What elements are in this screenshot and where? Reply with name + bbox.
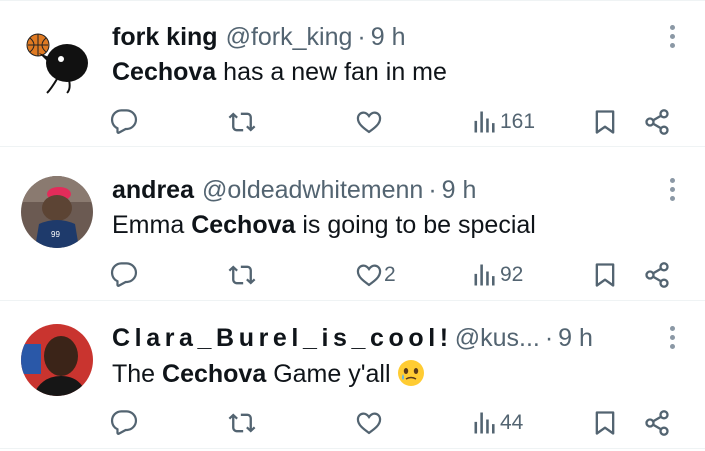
retweet-button[interactable] — [228, 408, 257, 438]
timestamp[interactable]: 9 h — [558, 324, 593, 353]
views-button[interactable]: 161 — [471, 107, 535, 137]
retweet-icon — [228, 413, 256, 433]
timestamp[interactable]: 9 h — [442, 176, 477, 205]
face-holding-back-tears-icon — [398, 360, 425, 386]
basketball-bird-avatar-icon — [21, 23, 93, 95]
highlighted-term: Cechova — [112, 58, 217, 86]
reply-button[interactable] — [110, 260, 139, 290]
share-icon — [645, 109, 669, 135]
more-icon[interactable] — [667, 178, 677, 206]
separator-dot: · — [428, 175, 437, 204]
reply-icon — [110, 410, 138, 435]
action-bar: 44 — [0, 402, 705, 442]
like-icon — [356, 111, 382, 134]
like-count: 2 — [384, 263, 396, 286]
action-bar: 161 — [0, 101, 705, 141]
share-icon — [645, 410, 669, 436]
separator-dot: · — [544, 323, 554, 352]
tweet-text: Emma Cechova is going to be special — [112, 211, 536, 240]
timestamp[interactable]: 9 h — [371, 23, 406, 52]
tweet-header: andrea @oldeadwhitemenn · 9 h — [112, 173, 645, 207]
tweet[interactable]: Clara_Burel_is_cool! @kus... · 9 h The C… — [0, 302, 705, 449]
text-before: The — [112, 360, 163, 388]
display-name[interactable]: fork king — [112, 23, 218, 52]
text-after: Game y'all — [266, 360, 391, 388]
tweet[interactable]: 99 andrea @oldeadwhitemenn · 9 h Emma Ce… — [0, 154, 705, 301]
like-icon — [356, 264, 382, 287]
display-name[interactable]: Clara_Burel_is_cool! — [112, 324, 453, 353]
text-before: Emma — [112, 211, 192, 239]
view-count: 92 — [500, 263, 524, 286]
highlighted-term: Cechova — [162, 360, 267, 388]
share-button[interactable] — [643, 408, 671, 438]
display-name[interactable]: andrea — [112, 176, 194, 205]
views-icon — [474, 111, 495, 133]
bookmark-button[interactable] — [591, 408, 619, 438]
tweet[interactable]: fork king @fork_king · 9 h Cechova has a… — [0, 0, 705, 147]
share-button[interactable] — [643, 107, 671, 137]
views-button[interactable]: 92 — [471, 260, 523, 290]
svg-text:99: 99 — [51, 230, 60, 239]
views-icon — [474, 412, 495, 434]
highlighted-term: Cechova — [191, 211, 296, 239]
player-photo-avatar-icon — [21, 324, 93, 396]
like-button[interactable] — [355, 107, 384, 137]
mascot-avatar-icon: 99 — [21, 176, 93, 248]
like-button[interactable]: 2 — [355, 260, 396, 290]
views-button[interactable]: 44 — [471, 408, 523, 438]
bookmark-button[interactable] — [591, 107, 619, 137]
retweet-button[interactable] — [228, 260, 257, 290]
tweet-text: The Cechova Game y'all — [112, 359, 425, 389]
text-after: is going to be special — [295, 211, 536, 239]
tweet-header: Clara_Burel_is_cool! @kus... · 9 h — [112, 321, 645, 355]
reply-button[interactable] — [110, 107, 139, 137]
user-handle[interactable]: @fork_king — [226, 23, 353, 52]
bookmark-button[interactable] — [591, 260, 619, 290]
retweet-icon — [228, 112, 256, 132]
view-count: 161 — [500, 110, 536, 133]
retweet-icon — [228, 265, 256, 285]
share-button[interactable] — [643, 260, 671, 290]
like-icon — [356, 412, 382, 435]
views-icon — [474, 264, 495, 286]
avatar[interactable] — [21, 23, 93, 95]
view-count: 44 — [500, 411, 524, 434]
bookmark-icon — [595, 110, 615, 134]
avatar[interactable]: 99 — [21, 176, 93, 248]
user-handle[interactable]: @kus... — [455, 324, 540, 353]
tweet-feed: fork king @fork_king · 9 h Cechova has a… — [0, 0, 705, 451]
bookmark-icon — [595, 411, 615, 435]
user-handle[interactable]: @oldeadwhitemenn — [202, 176, 423, 205]
like-button[interactable] — [355, 408, 384, 438]
more-icon[interactable] — [667, 25, 677, 53]
retweet-button[interactable] — [228, 107, 257, 137]
reply-button[interactable] — [110, 408, 139, 438]
reply-icon — [110, 262, 138, 287]
more-icon[interactable] — [667, 326, 677, 354]
action-bar: 2 92 — [0, 254, 705, 294]
avatar[interactable] — [21, 324, 93, 396]
bookmark-icon — [595, 263, 615, 287]
tweet-text: Cechova has a new fan in me — [112, 58, 447, 87]
tweet-header: fork king @fork_king · 9 h — [112, 20, 645, 54]
share-icon — [645, 262, 669, 288]
reply-icon — [110, 109, 138, 134]
text-after: has a new fan in me — [216, 58, 447, 86]
separator-dot: · — [357, 22, 366, 51]
